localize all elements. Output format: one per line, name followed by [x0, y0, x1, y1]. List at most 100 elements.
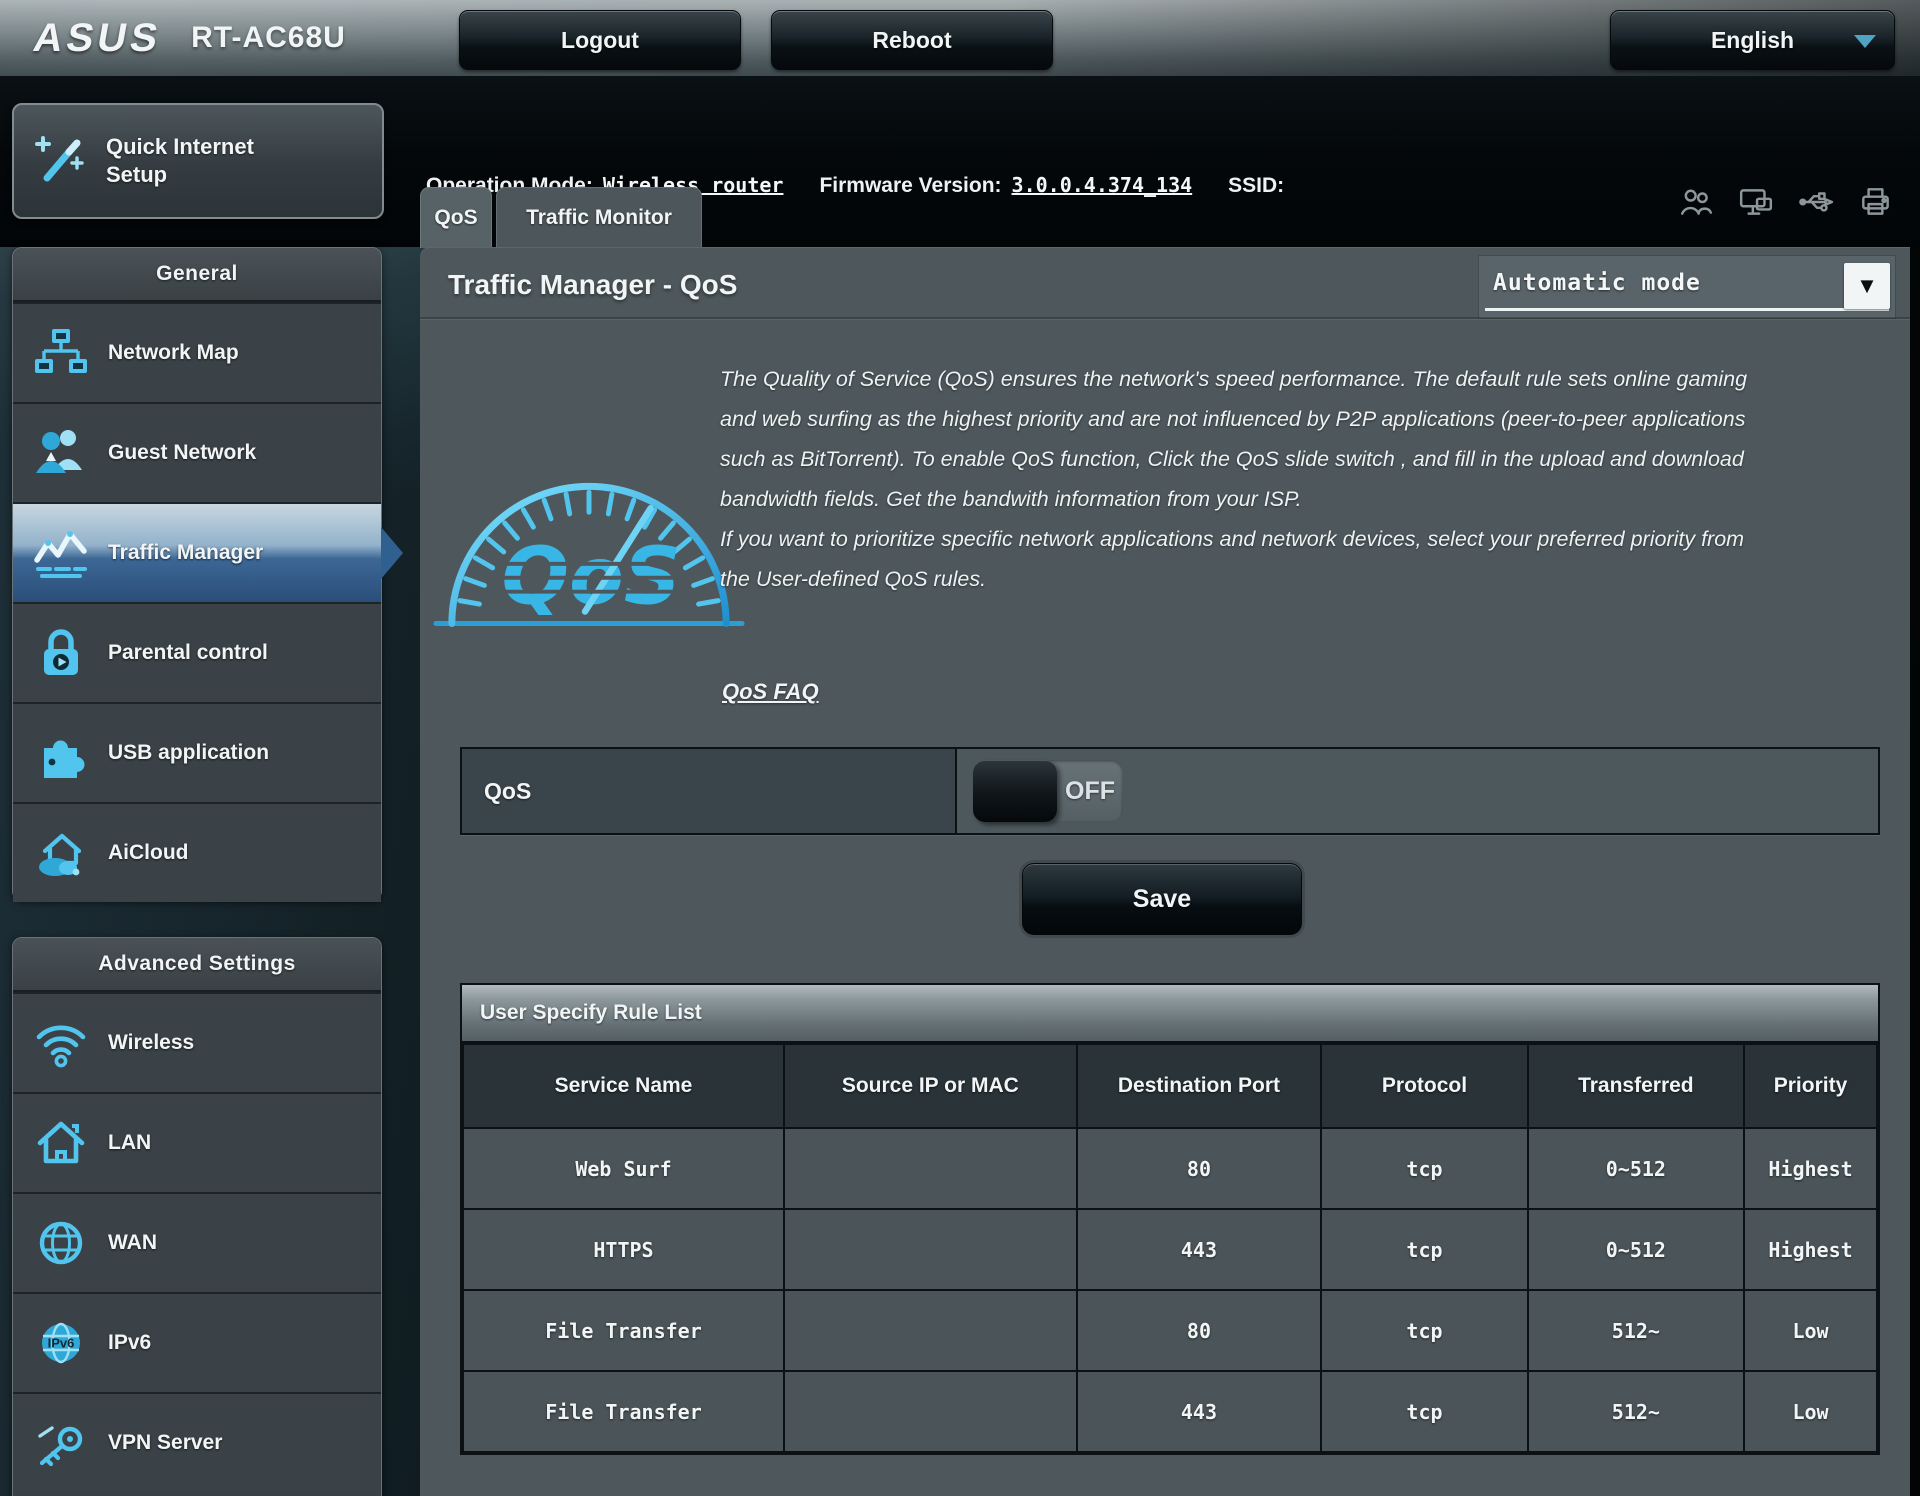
vpn-server-icon	[13, 1414, 108, 1472]
qos-mode-select[interactable]: Automatic mode ▼	[1478, 255, 1896, 319]
cell-transferred: 0~512	[1528, 1128, 1744, 1209]
firmware-link[interactable]: 3.0.0.4.374_134	[1012, 173, 1193, 197]
table-row: HTTPS 443 tcp 0~512 Highest	[463, 1209, 1877, 1290]
cell-protocol: tcp	[1321, 1371, 1527, 1452]
firmware-label: Firmware Version:	[819, 174, 1001, 198]
qos-description: The Quality of Service (QoS) ensures the…	[720, 359, 1760, 599]
rule-list-caption: User Specify Rule List	[462, 985, 1878, 1043]
col-transferred: Transferred	[1528, 1044, 1744, 1128]
cell-service-name: Web Surf	[463, 1128, 784, 1209]
cell-source	[784, 1371, 1077, 1452]
sidebar-item-label: Traffic Manager	[108, 541, 263, 565]
usb-application-icon	[13, 724, 108, 782]
quick-internet-setup-label: Quick Internet Setup	[106, 133, 254, 189]
cell-port: 80	[1077, 1290, 1322, 1371]
table-row: Web Surf 80 tcp 0~512 Highest	[463, 1128, 1877, 1209]
printer-icon[interactable]	[1858, 184, 1894, 220]
cell-port: 443	[1077, 1371, 1322, 1452]
sidebar-group-general: General Network Map	[12, 247, 382, 901]
toggle-knob	[973, 760, 1057, 822]
qos-faq-link[interactable]: QoS FAQ	[722, 679, 819, 705]
cell-service-name: File Transfer	[463, 1371, 784, 1452]
qos-enable-row: QoS OFF	[460, 747, 1880, 835]
sidebar-item-usb-application[interactable]: USB application	[13, 702, 381, 802]
ipv6-icon: IPv6	[13, 1314, 108, 1372]
col-protocol: Protocol	[1321, 1044, 1527, 1128]
sidebar-item-aicloud[interactable]: AiCloud	[13, 802, 381, 902]
brand: ASUS RT-AC68U	[34, 0, 346, 76]
cell-priority: Highest	[1744, 1128, 1877, 1209]
status-icons	[1678, 184, 1894, 220]
general-group-title: General	[13, 248, 381, 302]
sidebar-item-vpn-server[interactable]: VPN Server	[13, 1392, 381, 1492]
col-source-ip-mac: Source IP or MAC	[784, 1044, 1077, 1128]
sidebar-item-parental-control[interactable]: Parental control	[13, 602, 381, 702]
parental-control-icon	[13, 624, 108, 682]
cell-service-name: File Transfer	[463, 1290, 784, 1371]
sidebar-item-guest-network[interactable]: Guest Network	[13, 402, 381, 502]
cell-priority: Low	[1744, 1290, 1877, 1371]
language-dropdown[interactable]: English	[1610, 10, 1895, 70]
sidebar-item-label: WAN	[108, 1231, 157, 1255]
qos-mode-selected-value: Automatic mode	[1493, 270, 1701, 296]
toggle-state-label: OFF	[1057, 760, 1123, 822]
sidebar-item-network-map[interactable]: Network Map	[13, 302, 381, 402]
sidebar-item-label: USB application	[108, 741, 269, 765]
guest-network-icon	[13, 424, 108, 482]
sidebar-item-label: LAN	[108, 1131, 151, 1155]
cell-source	[784, 1290, 1077, 1371]
qos-label: QoS	[462, 778, 531, 805]
rule-table-header-row: Service Name Source IP or MAC Destinatio…	[463, 1044, 1877, 1128]
advanced-settings-group-title: Advanced Settings	[13, 938, 381, 992]
lan-icon	[13, 1114, 108, 1172]
cell-port: 80	[1077, 1128, 1322, 1209]
qos-row-control-cell: OFF	[957, 749, 1878, 833]
network-map-icon	[13, 324, 108, 382]
sidebar-item-ipv6[interactable]: IPv6 IPv6	[13, 1292, 381, 1392]
sidebar-item-wan[interactable]: WAN	[13, 1192, 381, 1292]
chevron-down-icon: ▼	[1844, 263, 1890, 309]
router-admin-page: ASUS RT-AC68U Logout Reboot English Oper…	[0, 0, 1920, 1496]
ssid-label: SSID:	[1228, 174, 1284, 198]
tab-qos[interactable]: QoS	[420, 187, 492, 248]
sidebar-item-label: VPN Server	[108, 1431, 222, 1455]
sidebar-item-wireless[interactable]: Wireless	[13, 992, 381, 1092]
cell-port: 443	[1077, 1209, 1322, 1290]
user-specify-rule-list: User Specify Rule List Service Name Sour…	[460, 983, 1880, 1455]
tab-traffic-monitor[interactable]: Traffic Monitor	[496, 187, 702, 248]
cell-transferred: 512~	[1528, 1290, 1744, 1371]
description-paragraph-2: If you want to prioritize specific netwo…	[720, 519, 1760, 599]
logout-button[interactable]: Logout	[459, 10, 741, 70]
cell-priority: Low	[1744, 1371, 1877, 1452]
sidebar-item-label: Parental control	[108, 641, 268, 665]
sidebar-item-label: Guest Network	[108, 441, 256, 465]
chevron-down-icon	[1854, 35, 1876, 48]
usb-icon[interactable]	[1798, 184, 1834, 220]
save-button[interactable]: Save	[1022, 863, 1302, 935]
sidebar-item-label: AiCloud	[108, 841, 188, 865]
cell-source	[784, 1209, 1077, 1290]
sidebar-item-traffic-manager[interactable]: Traffic Manager	[13, 502, 381, 602]
reboot-button[interactable]: Reboot	[771, 10, 1053, 70]
sidebar-item-label: IPv6	[108, 1331, 151, 1355]
top-bar: ASUS RT-AC68U Logout Reboot English	[0, 0, 1920, 78]
description-paragraph-1: The Quality of Service (QoS) ensures the…	[720, 359, 1760, 519]
cell-transferred: 512~	[1528, 1371, 1744, 1452]
col-priority: Priority	[1744, 1044, 1877, 1128]
asus-logo: ASUS	[30, 16, 165, 61]
traffic-manager-icon	[13, 524, 108, 582]
sidebar-item-lan[interactable]: LAN	[13, 1092, 381, 1192]
quick-internet-setup-button[interactable]: Quick Internet Setup	[12, 103, 384, 219]
title-divider	[420, 317, 1910, 319]
clients-icon[interactable]	[1678, 184, 1714, 220]
cell-protocol: tcp	[1321, 1209, 1527, 1290]
sidebar-group-advanced-settings: Advanced Settings Wireless LAN	[12, 937, 382, 1496]
cell-source	[784, 1128, 1077, 1209]
magic-wand-icon	[14, 132, 106, 190]
aicloud-icon	[13, 824, 108, 882]
qos-speedometer-logo: QoS	[430, 445, 748, 637]
cell-protocol: tcp	[1321, 1290, 1527, 1371]
content-panel: Traffic Manager - QoS Automatic mode ▼	[420, 247, 1910, 1496]
qos-toggle[interactable]: OFF	[973, 760, 1123, 822]
media-server-icon[interactable]	[1738, 184, 1774, 220]
